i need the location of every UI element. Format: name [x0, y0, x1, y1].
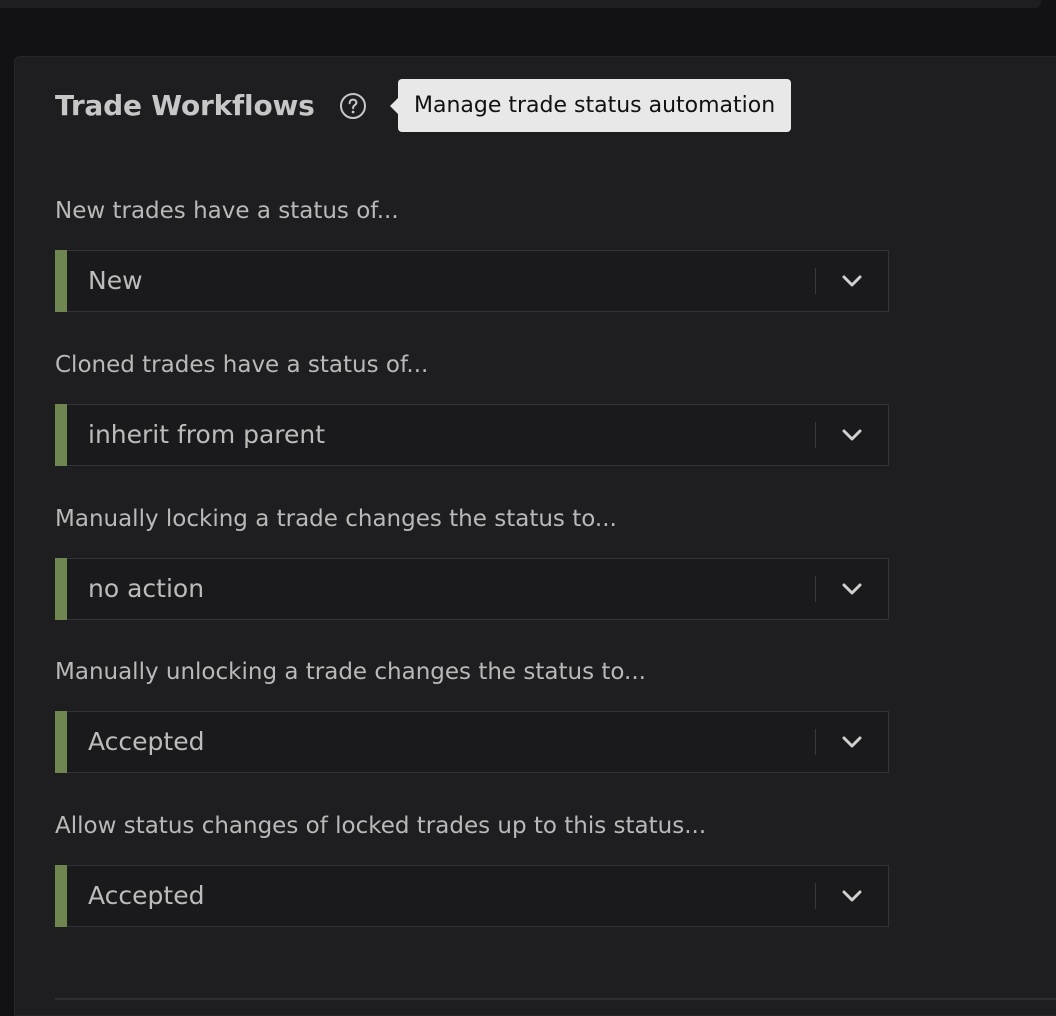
chevron-down-icon[interactable]: [840, 886, 864, 906]
top-panel: [0, 0, 1041, 8]
select-value: no action: [88, 574, 205, 603]
lock-status-select[interactable]: no action: [55, 558, 889, 620]
select-accent-bar: [55, 865, 67, 927]
select-value: inherit from parent: [88, 420, 326, 449]
chevron-down-icon[interactable]: [840, 732, 864, 752]
trade-workflows-card: Trade Workflows Manage trade status auto…: [14, 56, 1056, 1016]
locked-status-limit-select[interactable]: Accepted: [55, 865, 889, 927]
section-title: Trade Workflows: [55, 89, 315, 122]
section-divider: [55, 998, 1056, 1000]
new-trades-status-label: New trades have a status of...: [55, 198, 399, 224]
select-divider: [815, 883, 816, 909]
select-accent-bar: [55, 558, 67, 620]
new-trades-status-select[interactable]: New: [55, 250, 889, 312]
locked-status-limit-label: Allow status changes of locked trades up…: [55, 813, 707, 839]
unlock-status-label: Manually unlocking a trade changes the s…: [55, 659, 646, 685]
select-accent-bar: [55, 404, 67, 466]
question-circle-icon[interactable]: [339, 92, 367, 120]
help-tooltip: Manage trade status automation: [389, 79, 792, 132]
select-divider: [815, 576, 816, 602]
select-divider: [815, 729, 816, 755]
cloned-trades-status-select[interactable]: inherit from parent: [55, 404, 889, 466]
select-value: Accepted: [88, 727, 205, 756]
chevron-down-icon[interactable]: [840, 425, 864, 445]
chevron-down-icon[interactable]: [840, 579, 864, 599]
lock-status-label: Manually locking a trade changes the sta…: [55, 506, 617, 532]
select-accent-bar: [55, 711, 67, 773]
select-accent-bar: [55, 250, 67, 312]
select-divider: [815, 422, 816, 448]
select-divider: [815, 268, 816, 294]
select-value: Accepted: [88, 881, 205, 910]
unlock-status-select[interactable]: Accepted: [55, 711, 889, 773]
chevron-down-icon[interactable]: [840, 271, 864, 291]
cloned-trades-status-label: Cloned trades have a status of...: [55, 352, 429, 378]
select-value: New: [88, 266, 143, 295]
